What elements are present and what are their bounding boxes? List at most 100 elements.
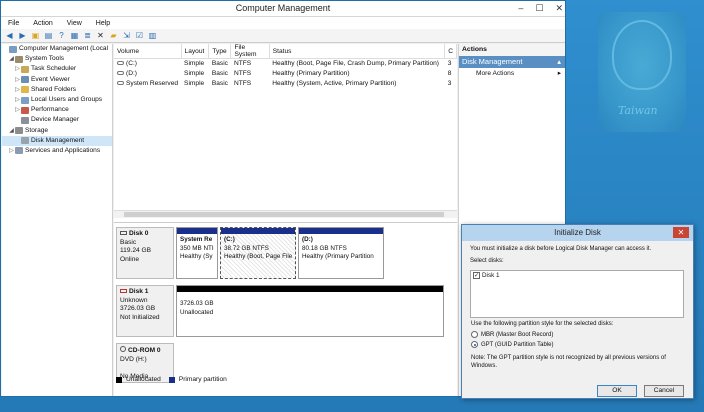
tree-item-storage[interactable]: ◢ Storage <box>2 126 112 136</box>
partition-title: System Re <box>180 236 213 243</box>
tree-expander[interactable]: ◢ <box>8 54 15 64</box>
disk-name: Disk 1 <box>129 288 149 295</box>
column-header-file-system[interactable]: File System <box>230 44 270 59</box>
list-item[interactable]: ✓ Disk 1 <box>471 271 683 280</box>
tree-expander[interactable]: ▷ <box>14 64 21 74</box>
tree-expander[interactable]: ▷ <box>8 146 15 156</box>
up-folder-icon[interactable]: ▣ <box>31 31 40 40</box>
more-actions-item[interactable]: More Actions ▸ <box>459 68 565 79</box>
mbr-radio[interactable] <box>471 331 478 338</box>
tree-expander[interactable]: ▷ <box>14 105 21 115</box>
disk-list[interactable]: ✓ Disk 1 <box>470 270 684 318</box>
disk-1-checkbox[interactable]: ✓ <box>473 272 480 279</box>
column-header-type[interactable]: Type <box>208 44 232 59</box>
maximize-button[interactable]: ☐ <box>535 3 543 14</box>
column-header-status[interactable]: Status <box>269 44 446 59</box>
checkbox-icon[interactable]: ☑ <box>135 31 144 40</box>
services-icon <box>15 147 23 155</box>
tree-item-services-applications[interactable]: ▷ Services and Applications <box>2 146 112 156</box>
disk-1-row: Disk 1 Unknown 3726.03 GB Not Initialize… <box>116 285 446 337</box>
menu-help[interactable]: Help <box>96 20 110 27</box>
menu-file[interactable]: File <box>8 20 19 27</box>
task-scheduler-icon <box>21 65 29 73</box>
show-tree-icon[interactable]: ▤ <box>44 31 53 40</box>
partition-d[interactable]: (D:) 80.18 GB NTFS Healthy (Primary Partit… <box>298 227 384 279</box>
disk-type: Unknown <box>120 296 148 304</box>
tree-expander[interactable]: ▷ <box>14 95 21 105</box>
actions-section-label: Disk Management <box>462 57 523 66</box>
volume-icon <box>117 61 124 66</box>
tree-item-local-users[interactable]: ▷ Local Users and Groups <box>2 95 112 105</box>
storage-icon <box>15 127 23 135</box>
tree-expander[interactable]: ▷ <box>14 75 21 85</box>
disk-size: 119.24 GB <box>120 247 152 254</box>
dialog-close-button[interactable]: ✕ <box>673 227 689 238</box>
back-icon[interactable]: ◀ <box>5 31 14 40</box>
cell-layout: Simple <box>184 70 205 77</box>
forward-icon[interactable]: ▶ <box>18 31 27 40</box>
export-icon[interactable]: ⇲ <box>122 31 131 40</box>
menu-view[interactable]: View <box>67 20 82 27</box>
dialog-title-bar[interactable]: Initialize Disk ✕ <box>462 225 693 241</box>
properties-icon[interactable]: ▦ <box>70 31 79 40</box>
tree-item-disk-management[interactable]: Disk Management <box>2 135 112 146</box>
navigation-tree: Computer Management (Local ◢ System Tool… <box>2 44 113 396</box>
disk-1-info[interactable]: Disk 1 Unknown 3726.03 GB Not Initialize… <box>116 285 174 337</box>
list-icon[interactable]: ≣ <box>83 31 92 40</box>
wallpaper-text: Taiwan <box>618 104 658 117</box>
column-header-capacity[interactable]: C <box>444 44 457 59</box>
ok-button[interactable]: OK <box>597 385 637 397</box>
menu-action[interactable]: Action <box>33 20 52 27</box>
partition-title: (C:) <box>224 236 235 243</box>
gpt-option[interactable]: GPT (GUID Partition Table) <box>471 341 553 348</box>
tree-item-device-manager[interactable]: Device Manager <box>2 115 112 125</box>
refresh-icon[interactable]: ▥ <box>148 31 157 40</box>
delete-icon[interactable]: ✕ <box>96 31 105 40</box>
tree-item-shared-folders[interactable]: ▷ Shared Folders <box>2 85 112 95</box>
column-header-volume[interactable]: Volume <box>114 44 182 59</box>
tree-item-system-tools[interactable]: ◢ System Tools <box>2 54 112 64</box>
disk-icon <box>120 231 127 235</box>
submenu-arrow-icon: ▸ <box>557 70 561 77</box>
tree-item-label: Event Viewer <box>31 75 70 83</box>
tree-expander[interactable]: ▷ <box>14 85 21 95</box>
partition-c[interactable]: (C:) 38.72 GB NTFS Healthy (Boot, Page Fil… <box>220 227 296 279</box>
table-row[interactable]: (D:) Simple Basic NTFS Healthy (Primary … <box>114 69 457 79</box>
help-icon[interactable]: ? <box>57 31 66 40</box>
collapse-icon[interactable]: ▴ <box>557 56 561 68</box>
table-row[interactable]: (C:) Simple Basic NTFS Healthy (Boot, Pa… <box>114 59 457 69</box>
tree-item-label: Services and Applications <box>25 146 101 154</box>
mbr-option[interactable]: MBR (Master Boot Record) <box>471 331 553 338</box>
partition-system-reserved[interactable]: System Re 350 MB NTI Healthy (Sy <box>176 227 218 279</box>
select-disks-label: Select disks: <box>470 257 504 264</box>
partition-unallocated[interactable]: 3726.03 GB Unallocated <box>176 285 444 337</box>
close-button[interactable]: ✕ <box>555 3 563 14</box>
gpt-radio[interactable] <box>471 341 478 348</box>
minimize-button[interactable]: – <box>518 3 523 14</box>
cell-file-system: NTFS <box>233 70 252 77</box>
cell-volume: System Reserved <box>126 80 179 87</box>
tree-item-computer-management[interactable]: Computer Management (Local <box>2 44 112 54</box>
initialize-disk-dialog: Initialize Disk ✕ You must initialize a … <box>461 224 694 399</box>
tree-item-event-viewer[interactable]: ▷ Event Viewer <box>2 75 112 85</box>
disk-0-info[interactable]: Disk 0 Basic 119.24 GB Online <box>116 227 174 279</box>
legend-label-unallocated: Unallocated <box>126 376 161 383</box>
legend-swatch-unallocated <box>116 376 122 383</box>
disk-0-row: Disk 0 Basic 119.24 GB Online System Re 3… <box>116 227 446 279</box>
column-header-layout[interactable]: Layout <box>181 44 210 59</box>
cell-capacity: 8 <box>447 70 452 77</box>
volume-icon <box>117 71 124 75</box>
tree-expander[interactable]: ◢ <box>8 126 15 136</box>
dialog-title: Initialize Disk <box>554 228 601 237</box>
actions-section-disk-management[interactable]: Disk Management ▴ <box>459 56 565 68</box>
scrollbar-thumb[interactable] <box>124 212 444 217</box>
cancel-button[interactable]: Cancel <box>644 385 684 397</box>
table-row[interactable]: System Reserved Simple Basic NTFS Health… <box>114 79 457 89</box>
tree-item-performance[interactable]: ▷ Performance <box>2 105 112 115</box>
tree-item-label: Disk Management <box>31 136 85 144</box>
tree-item-task-scheduler[interactable]: ▷ Task Scheduler <box>2 64 112 74</box>
folder-icon[interactable]: ▰ <box>109 31 118 40</box>
title-bar[interactable]: Computer Management – ☐ ✕ <box>1 1 565 17</box>
horizontal-scrollbar[interactable] <box>114 210 457 218</box>
gpt-note: Note: The GPT partition style is not rec… <box>471 355 666 369</box>
